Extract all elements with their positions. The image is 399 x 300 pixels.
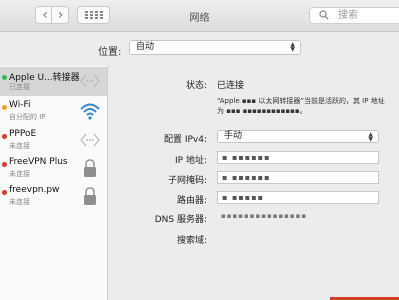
service-name: FreeVPN Plus	[9, 157, 68, 167]
search-icon	[319, 10, 329, 20]
wifi-icon	[80, 103, 100, 120]
search-domain-label: 搜索域:	[176, 236, 207, 246]
subnet-mask-value: ▪ ▪▪▪▪▪▪	[222, 173, 271, 182]
service-item-apple-usb[interactable]: Apple U...转接器 已连接	[0, 67, 107, 96]
subnet-mask-field[interactable]: ▪ ▪▪▪▪▪▪	[217, 171, 379, 184]
status-dot-connected	[2, 75, 7, 80]
service-status: 已连接	[9, 83, 30, 91]
location-value: 自动	[136, 42, 155, 52]
service-item-wifi[interactable]: Wi-Fi 自分配的 IP	[0, 97, 107, 126]
service-item-pppoe[interactable]: PPPoE 未连接	[0, 126, 107, 155]
service-status: 未连接	[9, 170, 30, 178]
router-value: ▪ ▪▪▪▪▪	[222, 193, 265, 202]
status-dot-warning	[2, 105, 7, 110]
service-status: 未连接	[9, 142, 30, 150]
search-input[interactable]: 搜索	[309, 7, 399, 24]
search-placeholder: 搜索	[338, 10, 358, 21]
configure-ipv4-label: 配置 IPv4:	[163, 135, 207, 145]
service-name: PPPoE	[9, 129, 37, 139]
lock-icon	[84, 187, 96, 205]
configure-ipv4-value: 手动	[224, 131, 243, 141]
status-dot-disconnected	[2, 162, 7, 167]
updown-chevron-icon: ▲ ▼	[290, 41, 295, 53]
status-dot-disconnected	[2, 190, 7, 195]
service-name: freevpn.pw	[9, 185, 60, 195]
dns-server-value: ▪▪▪▪▪▪▪▪▪▪▪▪▪▪▪	[221, 212, 308, 220]
ip-address-label: IP 地址:	[175, 156, 207, 166]
updown-chevron-icon: ▲ ▼	[368, 131, 373, 143]
location-select[interactable]: 自动 ▲ ▼	[129, 40, 301, 55]
ip-address-field[interactable]: ▪ ▪▪▪▪▪▪	[217, 151, 379, 164]
router-field[interactable]: ▪ ▪▪▪▪▪	[217, 191, 379, 204]
subnet-mask-label: 子网掩码:	[167, 176, 207, 186]
status-description: “Apple ▪▪▪ 以太网转接器”当前是活跃的，其 IP 地址为 ▪▪▪ ▪▪…	[217, 97, 385, 115]
toolbar: ‹ › 网络 搜索	[0, 0, 399, 32]
configure-ipv4-select[interactable]: 手动 ▲ ▼	[217, 130, 379, 143]
lock-icon	[84, 159, 96, 177]
dns-server-label: DNS 服务器:	[154, 215, 207, 225]
status-label: 状态:	[185, 81, 207, 91]
service-item-freevpn-pw[interactable]: freevpn.pw 未连接	[0, 182, 107, 211]
status-dot-disconnected	[2, 134, 7, 139]
service-status: 未连接	[9, 198, 30, 206]
location-label: 位置:	[98, 47, 122, 58]
service-status: 自分配的 IP	[9, 113, 46, 121]
status-value: 已连接	[217, 81, 245, 91]
service-item-freevpn-plus[interactable]: FreeVPN Plus 未连接	[0, 154, 107, 183]
ip-address-value: ▪ ▪▪▪▪▪▪	[222, 153, 271, 162]
service-list: Apple U...转接器 已连接 Wi-Fi 自分配的 IP PPPoE 未连…	[0, 66, 108, 300]
ethernet-arrows-icon	[80, 74, 100, 88]
service-name: Wi-Fi	[9, 100, 31, 110]
router-label: 路由器:	[176, 196, 207, 206]
ethernet-arrows-icon	[80, 133, 100, 147]
